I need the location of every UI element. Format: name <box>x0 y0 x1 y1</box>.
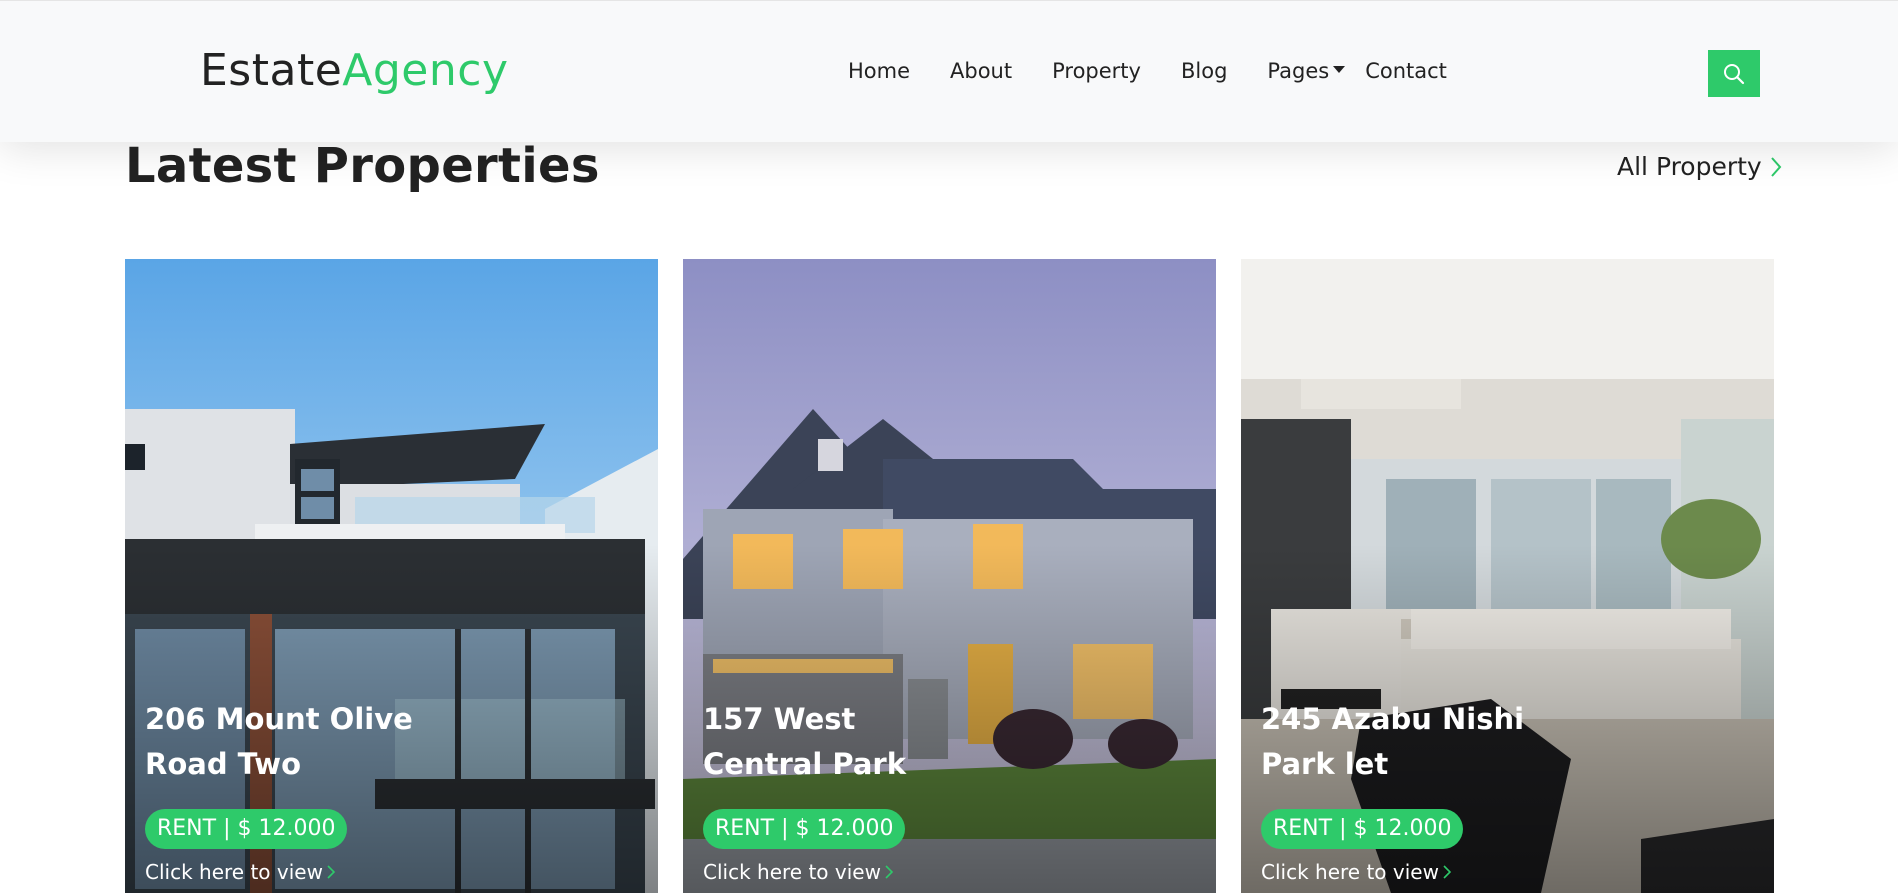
caret-down-icon <box>1333 65 1346 73</box>
all-property-label: All Property <box>1617 152 1762 181</box>
nav-item-about[interactable]: About <box>950 59 1012 83</box>
property-card[interactable]: 157 West Central Park RENT | $ 12.000 Cl… <box>683 259 1216 893</box>
nav-item-pages-dropdown[interactable]: Pages <box>1267 59 1346 83</box>
view-link[interactable]: Click here to view <box>703 860 893 884</box>
main-nav: Home About Property Blog Pages Contact <box>848 59 1487 83</box>
view-link-label: Click here to view <box>1261 860 1439 884</box>
property-card[interactable]: 245 Azabu Nishi Park let RENT | $ 12.000… <box>1241 259 1774 893</box>
view-link-label: Click here to view <box>145 860 323 884</box>
brand-logo[interactable]: EstateAgency <box>200 45 508 96</box>
price-badge: RENT | $ 12.000 <box>1261 809 1464 849</box>
property-title: 157 West Central Park <box>703 697 1003 787</box>
property-title: 245 Azabu Nishi Park let <box>1261 697 1561 787</box>
view-link[interactable]: Click here to view <box>145 860 335 884</box>
price-badge: RENT | $ 12.000 <box>145 809 348 849</box>
nav-item-property[interactable]: Property <box>1052 59 1141 83</box>
chevron-right-icon <box>327 865 335 879</box>
nav-item-contact[interactable]: Contact <box>1365 59 1447 83</box>
brand-name-primary: Estate <box>200 45 343 96</box>
price-badge: RENT | $ 12.000 <box>703 809 906 849</box>
search-button[interactable] <box>1708 50 1760 97</box>
view-link-label: Click here to view <box>703 860 881 884</box>
card-overlay <box>683 259 1216 893</box>
chevron-right-icon <box>885 865 893 879</box>
view-link[interactable]: Click here to view <box>1261 860 1451 884</box>
nav-item-blog[interactable]: Blog <box>1181 59 1227 83</box>
property-title-line1: 157 West <box>703 702 856 736</box>
property-title-line2: Park let <box>1261 747 1389 781</box>
card-overlay <box>125 259 658 893</box>
section-title: Latest Properties <box>125 138 600 194</box>
card-overlay <box>1241 259 1774 893</box>
property-card[interactable]: 206 Mount Olive Road Two RENT | $ 12.000… <box>125 259 658 893</box>
all-property-link[interactable]: All Property <box>1617 152 1782 181</box>
property-title-line2: Road Two <box>145 747 301 781</box>
property-title-line2: Central Park <box>703 747 906 781</box>
property-title-line1: 245 Azabu Nishi <box>1261 702 1525 736</box>
search-icon <box>1724 63 1745 84</box>
navbar: EstateAgency Home About Property Blog Pa… <box>0 0 1898 142</box>
brand-name-accent: Agency <box>342 45 509 96</box>
nav-item-home[interactable]: Home <box>848 59 910 83</box>
chevron-right-icon <box>1770 156 1782 177</box>
property-title: 206 Mount Olive Road Two <box>145 697 445 787</box>
property-title-line1: 206 Mount Olive <box>145 702 413 736</box>
nav-item-pages-label: Pages <box>1267 59 1330 83</box>
chevron-right-icon <box>1443 865 1451 879</box>
